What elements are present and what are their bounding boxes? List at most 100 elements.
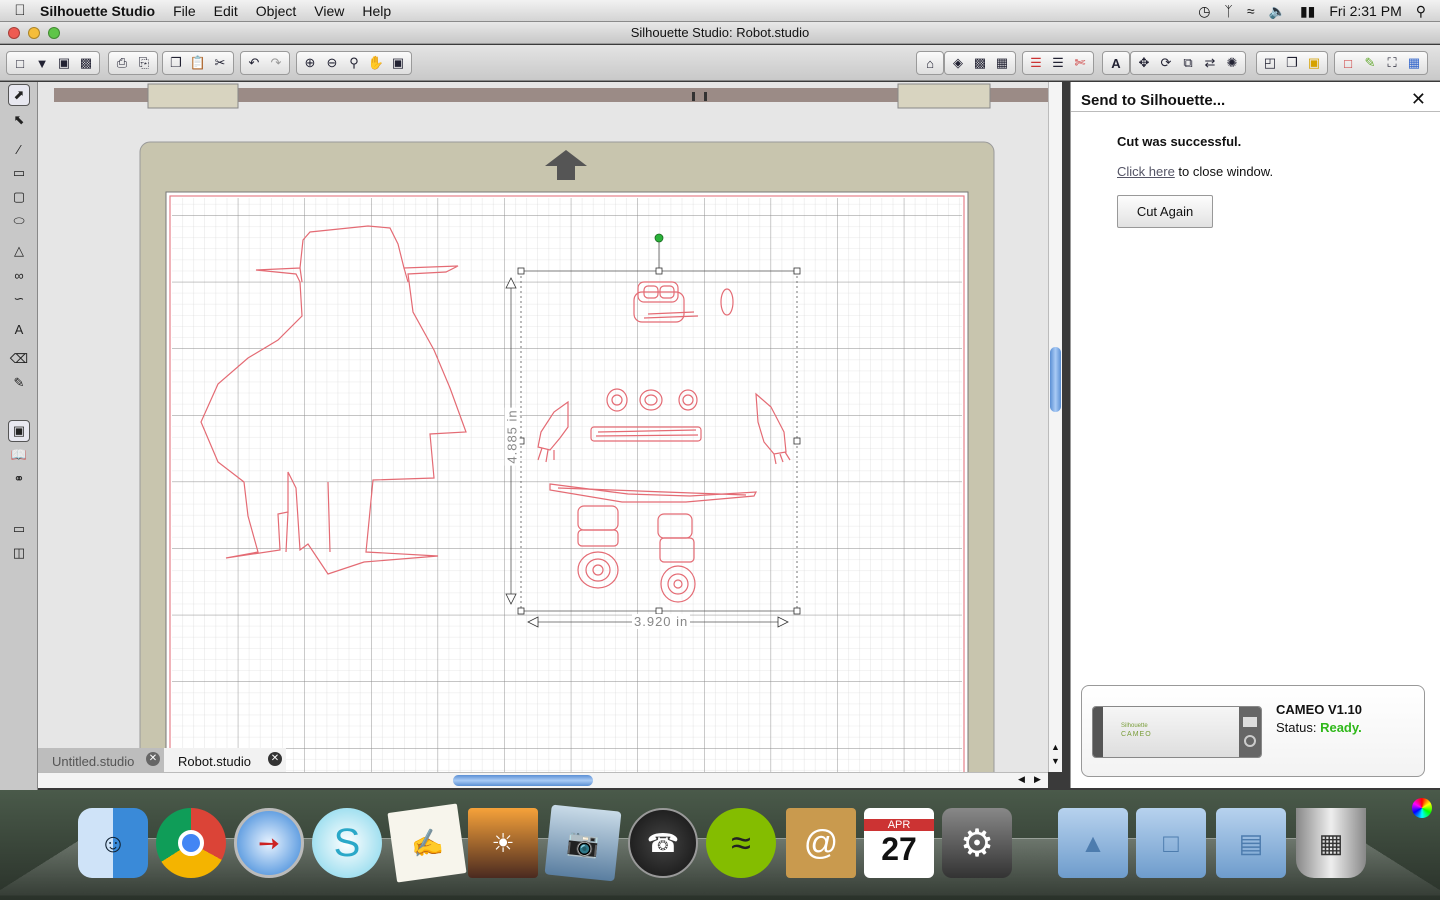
vertical-scroll-thumb[interactable]: [1050, 347, 1061, 412]
ellipse-tool-icon[interactable]: ⬭: [8, 210, 30, 232]
minimize-window-button[interactable]: [28, 27, 40, 39]
color-picker-icon[interactable]: [1412, 798, 1432, 818]
replicate-icon[interactable]: ❐: [1281, 52, 1303, 74]
send-panel-icon[interactable]: ▣: [1303, 52, 1325, 74]
bluetooth-icon[interactable]: ᛉ: [1224, 3, 1232, 19]
fit-page-icon[interactable]: ▣: [387, 52, 409, 74]
close-panel-icon[interactable]: ✕: [1411, 90, 1426, 108]
vertical-scrollbar[interactable]: ▲ ▼: [1048, 82, 1062, 772]
click-here-link[interactable]: Click here: [1117, 164, 1175, 179]
iphoto-icon[interactable]: ☀: [468, 808, 538, 878]
menu-edit[interactable]: Edit: [214, 3, 238, 19]
design-workspace[interactable]: 4.885 in 3.920 in: [38, 82, 1048, 783]
preview-icon[interactable]: 📷: [544, 804, 622, 882]
zoom-window-button[interactable]: [48, 27, 60, 39]
zoom-out-icon[interactable]: ⊖: [321, 52, 343, 74]
rotate-icon[interactable]: ⟳: [1155, 52, 1177, 74]
redo-icon[interactable]: ↷: [265, 52, 287, 74]
close-tab-icon[interactable]: ✕: [146, 752, 160, 766]
design-view-icon[interactable]: □: [1337, 52, 1359, 74]
grid-settings-icon[interactable]: ▦: [991, 52, 1013, 74]
save-icon[interactable]: ▣: [53, 52, 75, 74]
rounded-rectangle-tool-icon[interactable]: ▢: [8, 186, 30, 208]
sketch-icon[interactable]: ✎: [1359, 52, 1381, 74]
print-icon[interactable]: ⎙: [111, 52, 133, 74]
cutting-mat-canvas[interactable]: [38, 82, 1048, 783]
documents-folder-icon[interactable]: □: [1136, 808, 1206, 878]
grid-view-icon[interactable]: ▦: [1403, 52, 1425, 74]
cut-style-icon[interactable]: ✄: [1069, 52, 1091, 74]
new-file-icon[interactable]: □: [9, 52, 31, 74]
freehand-tool-icon[interactable]: ∽: [8, 288, 30, 310]
line-color-icon[interactable]: ☰: [1025, 52, 1047, 74]
paste-icon[interactable]: 📋: [187, 52, 209, 74]
scroll-right-icon[interactable]: ▶: [1034, 774, 1041, 785]
polygon-tool-icon[interactable]: △: [8, 240, 30, 262]
scale-icon[interactable]: ⧉: [1177, 52, 1199, 74]
zoom-in-icon[interactable]: ⊕: [299, 52, 321, 74]
knife-tool-icon[interactable]: ✎: [8, 372, 30, 394]
apple-menu-icon[interactable]: : [0, 2, 40, 19]
page-setup-icon[interactable]: ▩: [969, 52, 991, 74]
scroll-up-icon[interactable]: ▲: [1051, 742, 1060, 752]
dashboard-icon[interactable]: ☎: [628, 808, 698, 878]
app-menu[interactable]: Silhouette Studio: [40, 3, 155, 19]
pan-icon[interactable]: ✋: [365, 52, 387, 74]
close-window-button[interactable]: [8, 27, 20, 39]
print-cut-icon[interactable]: ⎘: [133, 52, 155, 74]
point-edit-tool-icon[interactable]: ⬉: [8, 109, 30, 131]
wifi-icon[interactable]: ≈: [1247, 3, 1255, 19]
trash-icon[interactable]: ▦: [1296, 808, 1366, 878]
align-icon[interactable]: ✥: [1133, 52, 1155, 74]
line-style-icon[interactable]: ☰: [1047, 52, 1069, 74]
addressbook-icon[interactable]: @: [786, 808, 856, 878]
time-machine-icon[interactable]: ◷: [1198, 3, 1210, 20]
library-icon[interactable]: 📖: [8, 444, 30, 466]
silhouette-icon[interactable]: S: [312, 808, 382, 878]
split-view-icon[interactable]: ◫: [8, 542, 30, 564]
menu-file[interactable]: File: [173, 3, 196, 19]
eraser-tool-icon[interactable]: ⌫: [8, 348, 30, 370]
scroll-left-icon[interactable]: ◀: [1018, 774, 1025, 785]
cut-again-button[interactable]: Cut Again: [1117, 195, 1213, 228]
mirror-icon[interactable]: ⇄: [1199, 52, 1221, 74]
tab-untitled[interactable]: Untitled.studio ✕: [38, 748, 164, 772]
finder-icon[interactable]: ☺: [78, 808, 148, 878]
open-file-icon[interactable]: ▼: [31, 52, 53, 74]
clock[interactable]: Fri 2:31 PM: [1329, 3, 1401, 19]
tab-robot[interactable]: Robot.studio ✕: [164, 748, 286, 772]
safari-icon[interactable]: ➙: [234, 808, 304, 878]
offset-icon[interactable]: ✺: [1221, 52, 1243, 74]
store-icon[interactable]: ⌂: [919, 52, 941, 74]
horizontal-scrollbar[interactable]: ◀ ▶: [38, 772, 1048, 788]
textedit-icon[interactable]: ✍: [387, 803, 467, 883]
copy-icon[interactable]: ❐: [165, 52, 187, 74]
select-tool-icon[interactable]: ⬈: [8, 84, 30, 106]
cut-icon[interactable]: ✂: [209, 52, 231, 74]
volume-icon[interactable]: 🔈: [1269, 3, 1286, 20]
menu-help[interactable]: Help: [362, 3, 391, 19]
battery-icon[interactable]: ▮▮: [1300, 3, 1315, 20]
spotify-icon[interactable]: ≈: [706, 808, 776, 878]
menu-view[interactable]: View: [314, 3, 344, 19]
fullscreen-icon[interactable]: ⛶: [1381, 52, 1403, 74]
chrome-icon[interactable]: [156, 808, 226, 878]
save-library-icon[interactable]: ▩: [75, 52, 97, 74]
curve-tool-icon[interactable]: ∞: [8, 264, 30, 286]
line-tool-icon[interactable]: ∕: [8, 138, 30, 160]
undo-icon[interactable]: ↶: [243, 52, 265, 74]
text-style-icon[interactable]: A: [1105, 52, 1127, 74]
applications-folder-icon[interactable]: ▲: [1058, 808, 1128, 878]
menu-object[interactable]: Object: [256, 3, 296, 19]
downloads-folder-icon[interactable]: ▤: [1216, 808, 1286, 878]
scroll-down-icon[interactable]: ▼: [1051, 756, 1060, 766]
design-page-icon[interactable]: ▣: [8, 420, 30, 442]
horizontal-scroll-thumb[interactable]: [453, 775, 593, 786]
close-tab-icon[interactable]: ✕: [268, 752, 282, 766]
text-tool-icon[interactable]: A: [8, 318, 30, 340]
spotlight-icon[interactable]: ⚲: [1416, 3, 1426, 20]
single-view-icon[interactable]: ▭: [8, 518, 30, 540]
fill-color-icon[interactable]: ◈: [947, 52, 969, 74]
zoom-select-icon[interactable]: ⚲: [343, 52, 365, 74]
rectangle-tool-icon[interactable]: ▭: [8, 162, 30, 184]
